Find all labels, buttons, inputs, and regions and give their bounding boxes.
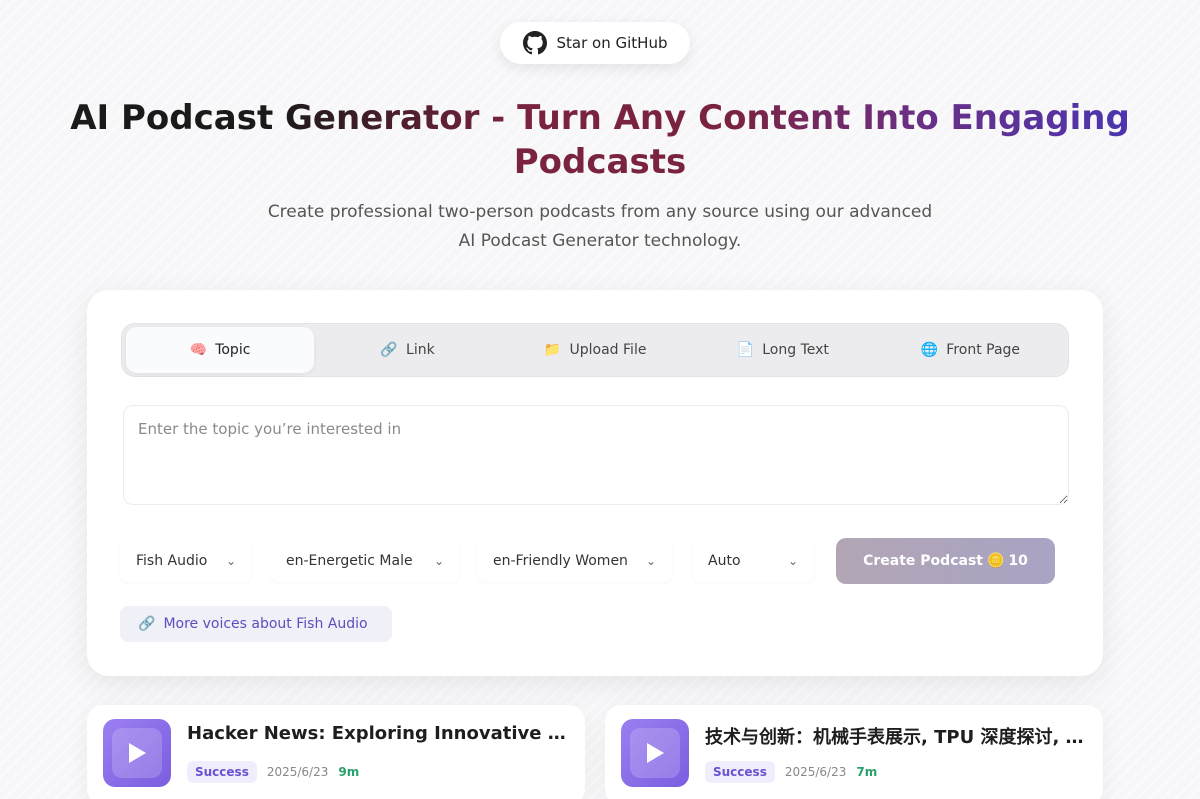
chevron-down-icon: ⌄: [225, 554, 236, 568]
podcast-form-card: 🧠 Topic 🔗 Link 📁 Upload File 📄 Long Text…: [87, 290, 1103, 676]
voice-two-select[interactable]: en-Friendly Women ⌄: [477, 540, 672, 582]
tab-front-page[interactable]: 🌐 Front Page: [876, 327, 1064, 373]
provider-value: Fish Audio: [136, 553, 208, 569]
tab-long-text[interactable]: 📄 Long Text: [689, 327, 877, 373]
episode-duration: 7m: [856, 765, 878, 779]
tab-label: Topic: [215, 342, 251, 358]
create-label: Create Podcast: [863, 553, 983, 569]
more-voices-link[interactable]: 🔗 More voices about Fish Audio: [120, 606, 392, 642]
source-tabs: 🧠 Topic 🔗 Link 📁 Upload File 📄 Long Text…: [121, 323, 1069, 377]
topic-input[interactable]: [123, 405, 1069, 505]
chevron-down-icon: ⌄: [645, 554, 656, 568]
folder-icon: 📁: [543, 342, 562, 358]
episode-date: 2025/6/23: [784, 765, 847, 779]
more-voices-label: More voices about Fish Audio: [163, 616, 368, 632]
voice-one-select[interactable]: en-Energetic Male ⌄: [270, 540, 460, 582]
tab-label: Front Page: [946, 342, 1021, 358]
provider-select[interactable]: Fish Audio ⌄: [120, 540, 252, 582]
page-title: AI Podcast Generator - Turn Any Content …: [60, 96, 1140, 184]
episode-title: Hacker News: Exploring Innovative Projec…: [187, 723, 571, 744]
language-select[interactable]: Auto ⌄: [692, 540, 814, 582]
credit-cost: 10: [1008, 553, 1028, 569]
episode-duration: 9m: [338, 765, 360, 779]
tab-upload-file[interactable]: 📁 Upload File: [501, 327, 689, 373]
status-badge: Success: [187, 761, 257, 783]
link-icon: 🔗: [380, 342, 398, 358]
tab-label: Long Text: [762, 342, 829, 358]
play-button[interactable]: [621, 719, 689, 787]
voice-two-value: en-Friendly Women: [493, 553, 628, 569]
episode-card[interactable]: Hacker News: Exploring Innovative Projec…: [87, 705, 585, 799]
chevron-down-icon: ⌄: [433, 554, 444, 568]
github-label: Star on GitHub: [556, 34, 668, 52]
globe-icon: 🌐: [920, 342, 938, 358]
tab-topic[interactable]: 🧠 Topic: [126, 327, 314, 373]
page-subtitle: Create professional two-person podcasts …: [267, 202, 933, 251]
tab-label: Link: [406, 342, 435, 358]
episode-date: 2025/6/23: [266, 765, 329, 779]
voice-one-value: en-Energetic Male: [286, 553, 413, 569]
coin-icon: 🪙: [986, 553, 1005, 569]
status-badge: Success: [705, 761, 775, 783]
github-icon: [522, 31, 547, 55]
play-icon: [647, 743, 664, 763]
play-icon: [129, 743, 146, 763]
play-button[interactable]: [103, 719, 171, 787]
language-value: Auto: [708, 553, 741, 569]
episode-title: 技术与创新：机械手表展示, TPU 深度探讨, …: [705, 727, 1084, 748]
document-icon: 📄: [736, 342, 754, 358]
star-on-github-button[interactable]: Star on GitHub: [500, 22, 690, 64]
tab-label: Upload File: [569, 342, 647, 358]
link-icon: 🔗: [138, 616, 156, 632]
brain-icon: 🧠: [189, 342, 207, 358]
create-podcast-button[interactable]: Create Podcast 🪙 10: [836, 538, 1055, 584]
chevron-down-icon: ⌄: [787, 554, 798, 568]
tab-link[interactable]: 🔗 Link: [314, 327, 502, 373]
episode-card[interactable]: 技术与创新：机械手表展示, TPU 深度探讨, … Success 2025/6…: [605, 705, 1103, 799]
